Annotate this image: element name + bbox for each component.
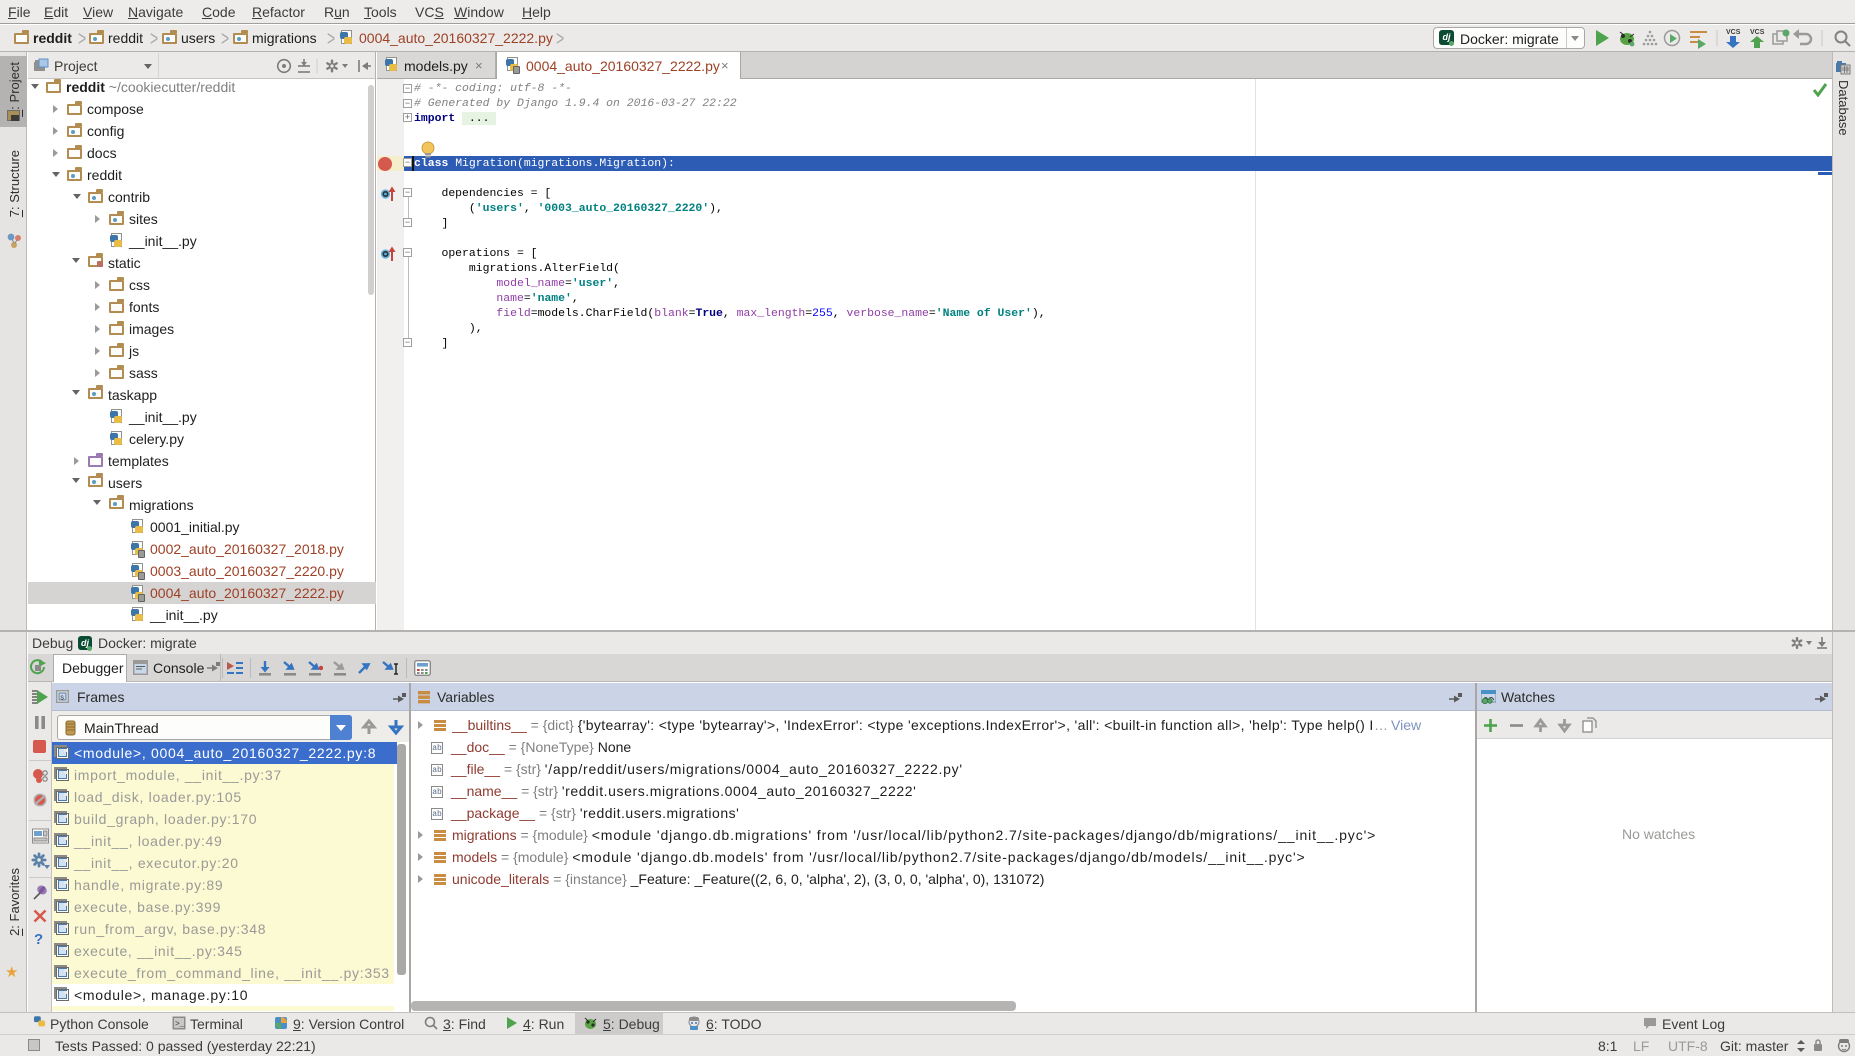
svg-text:s: s (60, 695, 64, 703)
svg-text:>_: >_ (175, 1020, 185, 1029)
svg-text:VCS: VCS (1726, 29, 1741, 36)
svg-text:VCS: VCS (1750, 29, 1765, 36)
